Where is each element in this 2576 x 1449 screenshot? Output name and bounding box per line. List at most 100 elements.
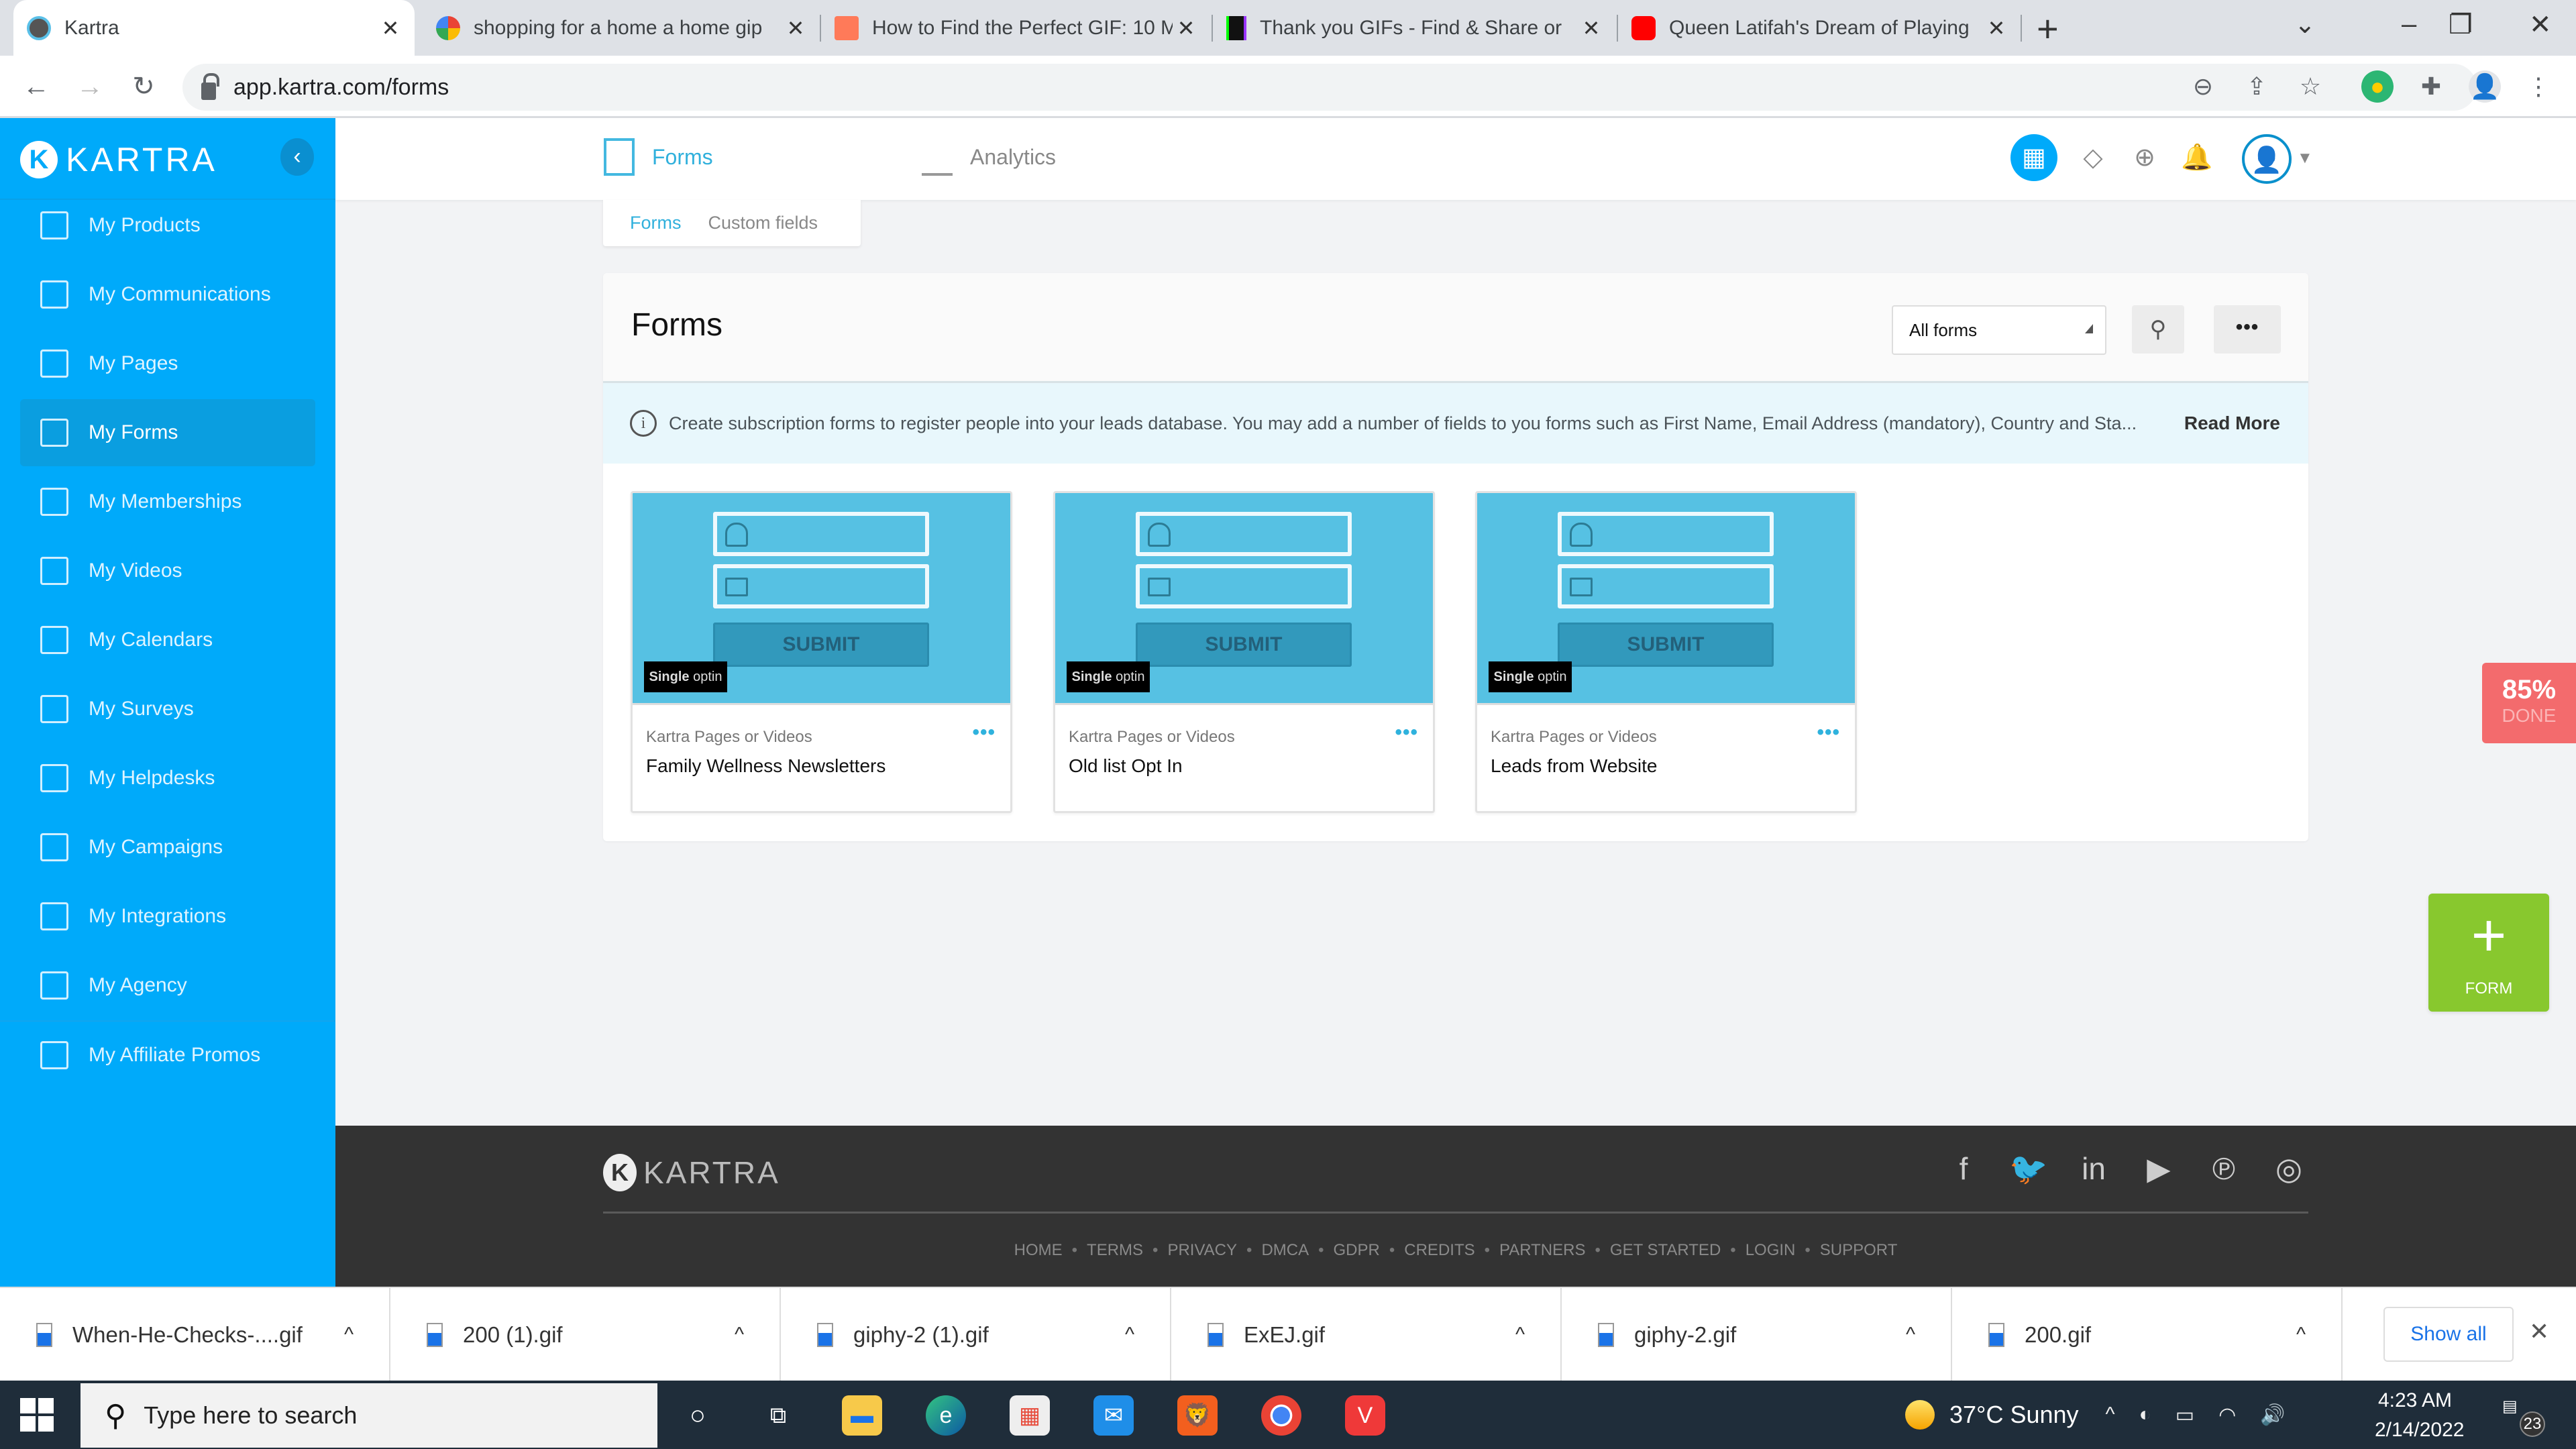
academy-cap-icon[interactable]: ◇ (2070, 134, 2116, 181)
facebook-icon[interactable]: f (1943, 1148, 1984, 1189)
download-options-chevron[interactable]: ^ (335, 1324, 362, 1346)
footer-link-partners[interactable]: PARTNERS (1499, 1241, 1585, 1259)
sidebar-item-pages[interactable]: My Pages (20, 330, 315, 397)
sidebar-item-videos[interactable]: My Videos (20, 537, 315, 604)
sidebar-item-agency[interactable]: My Agency (20, 952, 315, 1019)
footer-link-gdpr[interactable]: GDPR (1334, 1241, 1380, 1259)
close-tab-icon[interactable]: ✕ (377, 15, 404, 41)
sidebar-item-products[interactable]: My Products (20, 192, 315, 259)
notification-center-icon[interactable]: ▤ 23 (2502, 1397, 2545, 1437)
tab-search-dropdown-icon[interactable]: ⌄ (2294, 9, 2316, 40)
form-name[interactable]: Leads from Website (1491, 755, 1658, 777)
add-form-button[interactable]: + FORM (2428, 894, 2549, 1012)
microsoft-store-icon[interactable]: ▦ (1010, 1395, 1050, 1436)
zoom-out-icon[interactable]: ⊖ (2187, 70, 2219, 103)
collapse-sidebar-button[interactable]: ‹ (280, 138, 314, 176)
browser-tab-google[interactable]: shopping for a home a home gip ✕ (423, 0, 820, 56)
user-avatar[interactable]: 👤 (2242, 134, 2292, 184)
sidebar-item-surveys[interactable]: My Surveys (20, 676, 315, 743)
download-item[interactable]: giphy-2.gif ^ (1562, 1288, 1952, 1382)
setup-progress-badge[interactable]: 85% DONE (2482, 663, 2576, 743)
browser-tab-youtube[interactable]: Queen Latifah's Dream of Playing ✕ (1618, 0, 2021, 56)
footer-link-terms[interactable]: TERMS (1087, 1241, 1143, 1259)
close-tab-icon[interactable]: ✕ (1173, 15, 1199, 41)
download-item[interactable]: giphy-2 (1).gif ^ (781, 1288, 1171, 1382)
download-item[interactable]: 200.gif ^ (1952, 1288, 2343, 1382)
close-tab-icon[interactable]: ✕ (1983, 15, 2010, 41)
sidebar-item-memberships[interactable]: My Memberships (20, 468, 315, 535)
marketplace-store-icon[interactable]: ▦ (2010, 134, 2057, 181)
close-downloads-bar-icon[interactable]: ✕ (2529, 1318, 2549, 1346)
browser-tab-hubspot[interactable]: How to Find the Perfect GIF: 10 M ✕ (821, 0, 1210, 56)
close-tab-icon[interactable]: ✕ (1578, 15, 1605, 41)
footer-link-login[interactable]: LOGIN (1746, 1241, 1796, 1259)
user-menu-caret-icon[interactable]: ▼ (2297, 149, 2313, 168)
sidebar-item-communications[interactable]: My Communications (20, 261, 315, 328)
linkedin-icon[interactable]: in (2074, 1148, 2114, 1189)
form-preview-thumbnail[interactable]: SUBMIT Single optin (1055, 493, 1433, 705)
battery-icon[interactable]: ▭ (2176, 1403, 2194, 1427)
forward-button[interactable]: → (72, 69, 107, 104)
reload-button[interactable]: ↻ (126, 69, 161, 104)
read-more-link[interactable]: Read More (2184, 413, 2280, 434)
show-all-downloads-button[interactable]: Show all (2383, 1307, 2514, 1362)
sidebar-item-campaigns[interactable]: My Campaigns (20, 814, 315, 881)
footer-link-privacy[interactable]: PRIVACY (1167, 1241, 1237, 1259)
footer-logo[interactable]: K KARTRA (603, 1154, 780, 1191)
browser-tab-giphy[interactable]: Thank you GIFs - Find & Share or ✕ (1213, 0, 1615, 56)
address-bar[interactable]: app.kartra.com/forms (182, 64, 2477, 111)
footer-link-home[interactable]: HOME (1014, 1241, 1063, 1259)
form-card[interactable]: SUBMIT Single optin Kartra Pages or Videos… (1053, 491, 1435, 813)
task-view-icon[interactable]: ⧉ (758, 1395, 798, 1436)
download-item[interactable]: When-He-Checks-....gif ^ (0, 1288, 390, 1382)
header-tab-forms[interactable]: Forms (604, 138, 713, 176)
extensions-puzzle-icon[interactable]: ✚ (2415, 70, 2447, 103)
kartra-logo[interactable]: K KARTRA (20, 140, 217, 179)
share-icon[interactable]: ⇪ (2241, 70, 2273, 103)
footer-link-support[interactable]: SUPPORT (1820, 1241, 1898, 1259)
twitter-icon[interactable]: 🐦 (2008, 1148, 2049, 1189)
edge-browser-icon[interactable]: e (926, 1395, 966, 1436)
taskbar-search-box[interactable]: ⚲ Type here to search (80, 1383, 657, 1448)
vivaldi-browser-icon[interactable]: V (1345, 1395, 1385, 1436)
download-options-chevron[interactable]: ^ (1897, 1324, 1924, 1346)
footer-link-credits[interactable]: CREDITS (1404, 1241, 1474, 1259)
instagram-icon[interactable]: ◎ (2269, 1148, 2309, 1189)
sidebar-item-integrations[interactable]: My Integrations (20, 883, 315, 950)
close-window-button[interactable]: ✕ (2529, 9, 2552, 40)
forms-filter-select[interactable]: All forms (1892, 305, 2106, 355)
sidebar-item-calendars[interactable]: My Calendars (20, 606, 315, 674)
footer-link-dmca[interactable]: DMCA (1261, 1241, 1309, 1259)
more-options-button[interactable]: ••• (2214, 305, 2281, 354)
support-lifebuoy-icon[interactable]: ⊕ (2121, 134, 2168, 181)
profile-avatar-icon[interactable]: 👤 (2469, 70, 2501, 103)
card-menu-icon[interactable]: ••• (1817, 721, 1840, 744)
form-name[interactable]: Family Wellness Newsletters (646, 755, 885, 777)
file-explorer-icon[interactable]: ▬ (842, 1395, 882, 1436)
notifications-bell-icon[interactable]: 🔔 (2174, 134, 2220, 181)
volume-icon[interactable]: 🔊 (2260, 1403, 2285, 1427)
close-tab-icon[interactable]: ✕ (782, 15, 809, 41)
subtab-forms[interactable]: Forms (630, 213, 682, 233)
cortana-icon[interactable]: ○ (678, 1395, 718, 1436)
download-item[interactable]: ExEJ.gif ^ (1171, 1288, 1562, 1382)
clock[interactable]: 4:23 AM 2/14/2022 (2375, 1386, 2464, 1445)
download-options-chevron[interactable]: ^ (726, 1324, 753, 1346)
download-item[interactable]: 200 (1).gif ^ (390, 1288, 781, 1382)
bookmark-star-icon[interactable]: ☆ (2294, 70, 2326, 103)
youtube-icon[interactable]: ▶ (2139, 1148, 2179, 1189)
brave-browser-icon[interactable]: 🦁 (1177, 1395, 1218, 1436)
card-menu-icon[interactable]: ••• (972, 721, 996, 744)
form-preview-thumbnail[interactable]: SUBMIT Single optin (633, 493, 1010, 705)
form-preview-thumbnail[interactable]: SUBMIT Single optin (1477, 493, 1855, 705)
wifi-icon[interactable]: ◠ (2218, 1403, 2236, 1427)
chrome-browser-icon[interactable] (1261, 1395, 1301, 1436)
extension-lightbulb-icon[interactable]: ● (2361, 70, 2394, 103)
browser-menu-icon[interactable]: ⋮ (2522, 70, 2555, 103)
subtab-custom-fields[interactable]: Custom fields (708, 213, 818, 233)
header-tab-analytics[interactable]: Analytics (922, 138, 1056, 176)
show-hidden-icons-chevron[interactable]: ^ (2106, 1403, 2115, 1426)
minimize-button[interactable]: – (2402, 9, 2416, 40)
mail-icon[interactable]: ✉ (1093, 1395, 1134, 1436)
pinterest-icon[interactable]: ℗ (2204, 1148, 2244, 1189)
